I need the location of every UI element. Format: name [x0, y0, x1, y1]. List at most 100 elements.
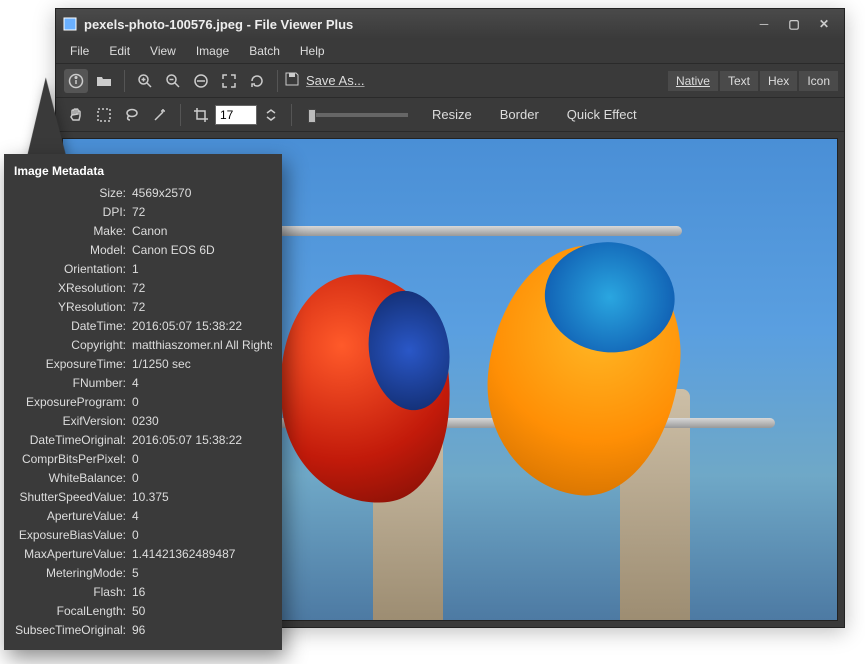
- metadata-value: 0: [132, 393, 272, 412]
- lasso-icon[interactable]: [120, 103, 144, 127]
- metadata-row: Make:Canon: [14, 222, 272, 241]
- menubar: File Edit View Image Batch Help: [56, 39, 844, 63]
- metadata-key: XResolution:: [14, 279, 132, 298]
- metadata-row: ShutterSpeedValue:10.375: [14, 488, 272, 507]
- metadata-key: ApertureValue:: [14, 507, 132, 526]
- metadata-key: DateTimeOriginal:: [14, 431, 132, 450]
- metadata-value: 1/1250 sec: [132, 355, 272, 374]
- toolbar-secondary: Resize Border Quick Effect: [56, 97, 844, 131]
- metadata-key: ExposureBiasValue:: [14, 526, 132, 545]
- metadata-row: FNumber:4: [14, 374, 272, 393]
- hand-tool-icon[interactable]: [64, 103, 88, 127]
- metadata-row: Size:4569x2570: [14, 184, 272, 203]
- crop-value-input[interactable]: [215, 105, 257, 125]
- metadata-key: Size:: [14, 184, 132, 203]
- menu-batch[interactable]: Batch: [239, 41, 290, 61]
- zoom-slider[interactable]: [308, 113, 408, 117]
- metadata-value: 5: [132, 564, 272, 583]
- wand-icon[interactable]: [148, 103, 172, 127]
- metadata-row: XResolution:72: [14, 279, 272, 298]
- metadata-key: Copyright:: [14, 336, 132, 355]
- metadata-row: ExposureProgram:0: [14, 393, 272, 412]
- titlebar: pexels-photo-100576.jpeg - File Viewer P…: [56, 9, 844, 39]
- metadata-key: DateTime:: [14, 317, 132, 336]
- metadata-key: Model:: [14, 241, 132, 260]
- metadata-key: ExifVersion:: [14, 412, 132, 431]
- menu-view[interactable]: View: [140, 41, 186, 61]
- metadata-list: Size:4569x2570DPI:72Make:CanonModel:Cano…: [14, 184, 272, 640]
- metadata-key: MaxApertureValue:: [14, 545, 132, 564]
- callout-pointer: [18, 76, 66, 160]
- metadata-key: MeteringMode:: [14, 564, 132, 583]
- fullscreen-icon[interactable]: [217, 69, 241, 93]
- tab-icon[interactable]: Icon: [799, 71, 838, 91]
- menu-help[interactable]: Help: [290, 41, 335, 61]
- metadata-key: SubsecTimeOriginal:: [14, 621, 132, 640]
- zoom-in-icon[interactable]: [133, 69, 157, 93]
- save-as-button[interactable]: Save As...: [284, 71, 365, 90]
- metadata-key: ExposureProgram:: [14, 393, 132, 412]
- metadata-value: 0: [132, 526, 272, 545]
- metadata-value: Canon EOS 6D: [132, 241, 272, 260]
- metadata-key: Orientation:: [14, 260, 132, 279]
- rotate-icon[interactable]: [245, 69, 269, 93]
- metadata-row: Orientation:1: [14, 260, 272, 279]
- metadata-value: 4569x2570: [132, 184, 272, 203]
- zoom-reset-icon[interactable]: [189, 69, 213, 93]
- maximize-button[interactable]: ▢: [780, 14, 808, 34]
- tab-native[interactable]: Native: [668, 71, 718, 91]
- stepper-icon[interactable]: [259, 103, 283, 127]
- quick-effect-button[interactable]: Quick Effect: [567, 107, 637, 122]
- metadata-key: YResolution:: [14, 298, 132, 317]
- metadata-value: 16: [132, 583, 272, 602]
- metadata-row: ExifVersion:0230: [14, 412, 272, 431]
- metadata-row: Flash:16: [14, 583, 272, 602]
- metadata-title: Image Metadata: [14, 164, 272, 178]
- tab-hex[interactable]: Hex: [760, 71, 797, 91]
- view-mode-tabs: Native Text Hex Icon: [668, 71, 838, 91]
- metadata-row: DPI:72: [14, 203, 272, 222]
- close-button[interactable]: ✕: [810, 14, 838, 34]
- info-icon[interactable]: [64, 69, 88, 93]
- metadata-row: WhiteBalance:0: [14, 469, 272, 488]
- app-icon: [62, 16, 78, 32]
- metadata-key: ComprBitsPerPixel:: [14, 450, 132, 469]
- metadata-row: FocalLength:50: [14, 602, 272, 621]
- metadata-value: 0: [132, 450, 272, 469]
- tab-text[interactable]: Text: [720, 71, 758, 91]
- title-filename: pexels-photo-100576.jpeg: [84, 17, 243, 32]
- metadata-row: YResolution:72: [14, 298, 272, 317]
- metadata-value: 72: [132, 203, 272, 222]
- marquee-icon[interactable]: [92, 103, 116, 127]
- metadata-row: MaxApertureValue:1.41421362489487: [14, 545, 272, 564]
- metadata-row: ApertureValue:4: [14, 507, 272, 526]
- metadata-row: ComprBitsPerPixel:0: [14, 450, 272, 469]
- metadata-key: Flash:: [14, 583, 132, 602]
- metadata-value: 4: [132, 507, 272, 526]
- border-button[interactable]: Border: [500, 107, 539, 122]
- metadata-key: FNumber:: [14, 374, 132, 393]
- window-title: pexels-photo-100576.jpeg - File Viewer P…: [84, 17, 748, 32]
- toolbar-primary: Save As... Native Text Hex Icon: [56, 63, 844, 97]
- metadata-value: 0230: [132, 412, 272, 431]
- metadata-row: MeteringMode:5: [14, 564, 272, 583]
- metadata-value: 4: [132, 374, 272, 393]
- metadata-key: DPI:: [14, 203, 132, 222]
- resize-button[interactable]: Resize: [432, 107, 472, 122]
- menu-edit[interactable]: Edit: [99, 41, 140, 61]
- metadata-panel: Image Metadata Size:4569x2570DPI:72Make:…: [4, 154, 282, 650]
- minimize-button[interactable]: ─: [750, 14, 778, 34]
- metadata-key: ExposureTime:: [14, 355, 132, 374]
- metadata-value: 0: [132, 469, 272, 488]
- menu-file[interactable]: File: [60, 41, 99, 61]
- metadata-value: 10.375: [132, 488, 272, 507]
- zoom-out-icon[interactable]: [161, 69, 185, 93]
- metadata-value: 2016:05:07 15:38:22: [132, 317, 272, 336]
- metadata-value: matthiaszomer.nl All Rights Res: [132, 336, 272, 355]
- metadata-key: Make:: [14, 222, 132, 241]
- open-folder-icon[interactable]: [92, 69, 116, 93]
- metadata-row: SubsecTimeOriginal:96: [14, 621, 272, 640]
- crop-icon[interactable]: [189, 103, 213, 127]
- metadata-row: Copyright:matthiaszomer.nl All Rights Re…: [14, 336, 272, 355]
- menu-image[interactable]: Image: [186, 41, 239, 61]
